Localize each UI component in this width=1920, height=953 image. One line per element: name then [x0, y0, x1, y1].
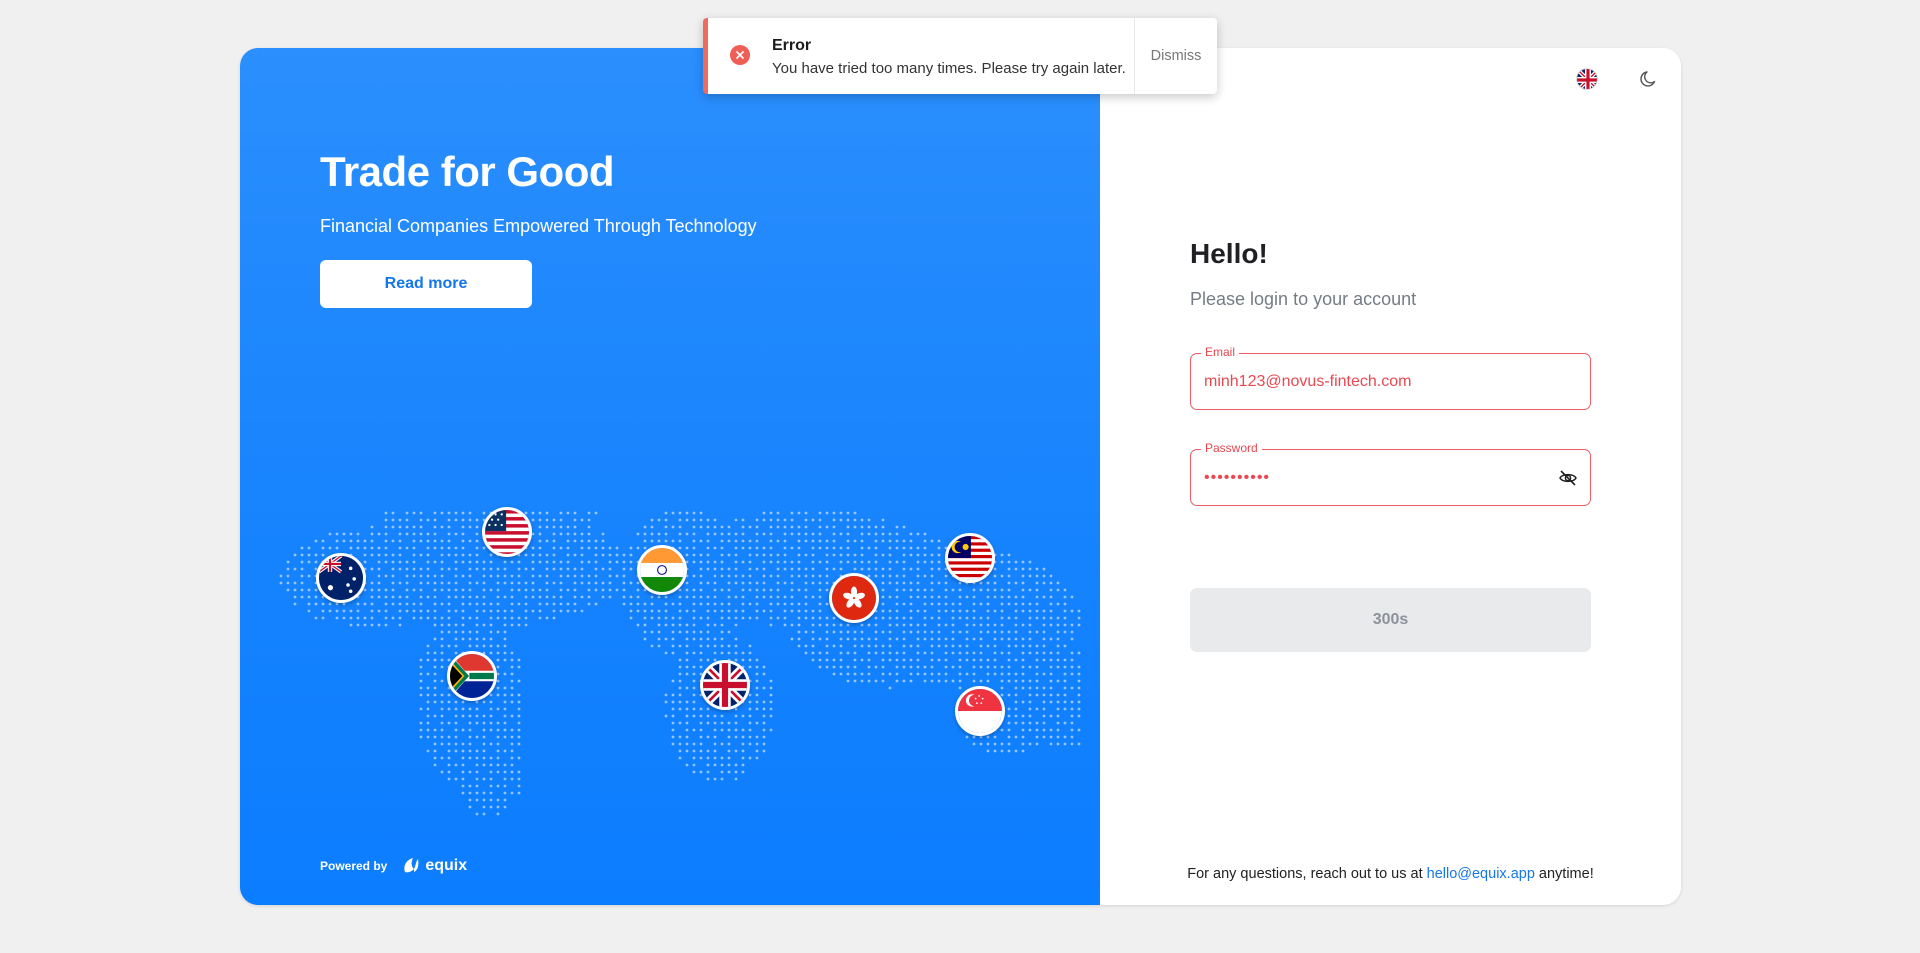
india-flag: [637, 545, 687, 595]
singapore-flag: [955, 686, 1005, 736]
password-input[interactable]: [1204, 450, 1544, 505]
toast-message: You have tried too many times. Please tr…: [772, 60, 1126, 77]
login-card: Trade for Good Financial Companies Empow…: [240, 48, 1681, 905]
password-field: Password: [1190, 441, 1591, 506]
email-input[interactable]: [1204, 354, 1544, 409]
login-countdown-button[interactable]: 300s: [1190, 588, 1591, 652]
equix-logo: equix: [401, 856, 467, 876]
australia-flag: [316, 553, 366, 603]
powered-by: Powered by equix: [320, 856, 467, 876]
footer-suffix: anytime!: [1538, 866, 1594, 882]
hong-kong-flag: [829, 573, 879, 623]
equix-brand-text: equix: [425, 857, 468, 874]
dismiss-button[interactable]: Dismiss: [1135, 18, 1217, 94]
greeting-heading: Hello!: [1190, 238, 1268, 269]
malaysia-flag: [945, 533, 995, 583]
world-map-illustration: [279, 511, 1081, 816]
footer-prefix: For any questions, reach out to us at: [1187, 866, 1423, 882]
support-email-link[interactable]: hello@equix.app: [1427, 866, 1535, 882]
uk-flag: [700, 660, 750, 710]
login-subtitle: Please login to your account: [1190, 289, 1417, 309]
usa-flag: [482, 507, 532, 557]
error-toast: Error You have tried too many times. Ple…: [703, 18, 1217, 94]
toast-title: Error: [772, 37, 812, 54]
hero-panel: Trade for Good Financial Companies Empow…: [240, 48, 1100, 905]
powered-by-label: Powered by: [320, 859, 388, 873]
south-africa-flag: [447, 651, 497, 701]
equix-leaf-icon: [404, 858, 419, 873]
error-x-circle-icon: [730, 45, 750, 65]
hide-password-eye-off-icon[interactable]: [1558, 468, 1578, 488]
login-panel: Hello! Please login to your account Emai…: [1100, 48, 1681, 905]
dark-mode-moon-icon[interactable]: [1638, 68, 1660, 90]
footer-contact: For any questions, reach out to us at he…: [1100, 866, 1681, 882]
language-selector-uk-flag-icon[interactable]: [1576, 68, 1598, 90]
email-field: Email: [1190, 345, 1591, 410]
